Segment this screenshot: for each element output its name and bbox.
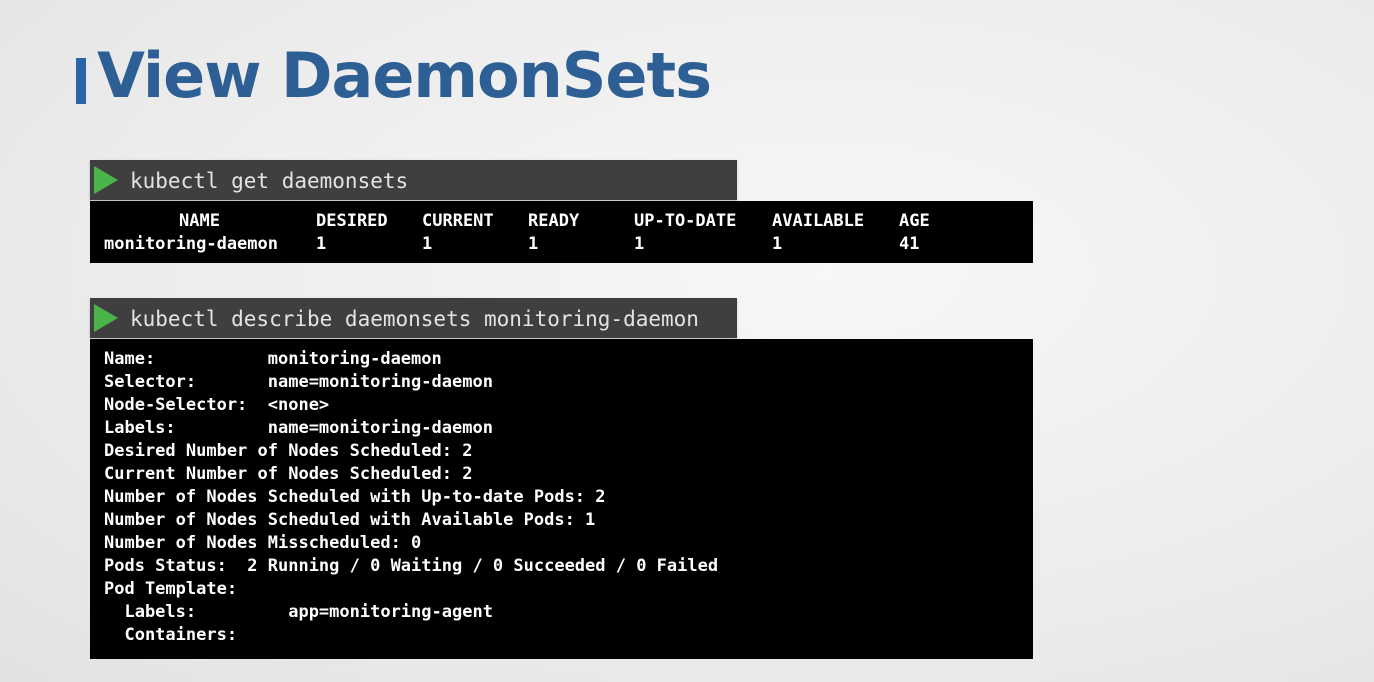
describe-output-text: Name: monitoring-daemon Selector: name=m… xyxy=(104,348,718,647)
table-cell-up-to-date: 1 xyxy=(634,234,645,254)
describe-output-line: Pod Template: xyxy=(104,579,238,599)
title-accent-bar xyxy=(76,58,86,104)
column-header-age: AGE xyxy=(899,211,930,231)
column-header-desired: DESIRED xyxy=(316,211,388,231)
command-bar-get: kubectl get daemonsets xyxy=(90,160,737,200)
terminal-output-describe: Name: monitoring-daemon Selector: name=m… xyxy=(90,339,1033,659)
table-cell-available: 1 xyxy=(772,234,783,254)
column-header-up-to-date: UP-TO-DATE xyxy=(634,211,737,231)
command-bar-describe: kubectl describe daemonsets monitoring-d… xyxy=(90,298,737,338)
page-title: View DaemonSets xyxy=(97,39,712,112)
column-header-current: CURRENT xyxy=(422,211,494,231)
command-text-get: kubectl get daemonsets xyxy=(130,169,409,193)
describe-output-line: Name: monitoring-daemon xyxy=(104,349,442,369)
table-cell-age: 41 xyxy=(899,234,920,254)
table-cell-current: 1 xyxy=(422,234,433,254)
describe-output-line: Containers: xyxy=(104,625,238,645)
describe-output-line: Number of Nodes Misscheduled: 0 xyxy=(104,533,422,553)
describe-output-line: Pods Status: 2 Running / 0 Waiting / 0 S… xyxy=(104,556,719,576)
table-cell-ready: 1 xyxy=(528,234,539,254)
play-icon xyxy=(94,304,118,332)
command-text-describe: kubectl describe daemonsets monitoring-d… xyxy=(130,307,699,331)
column-header-available: AVAILABLE xyxy=(772,211,865,231)
table-cell-desired: 1 xyxy=(316,234,327,254)
describe-output-line: Number of Nodes Scheduled with Up-to-dat… xyxy=(104,487,606,507)
table-cell-name: monitoring-daemon xyxy=(104,234,278,254)
column-header-ready: READY xyxy=(528,211,580,231)
describe-output-line: Labels: app=monitoring-agent xyxy=(104,602,493,622)
terminal-output-get: NAME DESIRED CURRENT READY UP-TO-DATE AV… xyxy=(90,201,1033,263)
describe-output-line: Node-Selector: <none> xyxy=(104,395,330,415)
column-header-name: NAME xyxy=(179,211,220,231)
describe-output-line: Selector: name=monitoring-daemon xyxy=(104,372,493,392)
play-icon xyxy=(94,166,118,194)
describe-output-line: Labels: name=monitoring-daemon xyxy=(104,418,493,438)
describe-output-line: Desired Number of Nodes Scheduled: 2 xyxy=(104,441,473,461)
describe-output-line: Current Number of Nodes Scheduled: 2 xyxy=(104,464,473,484)
describe-output-line: Number of Nodes Scheduled with Available… xyxy=(104,510,596,530)
